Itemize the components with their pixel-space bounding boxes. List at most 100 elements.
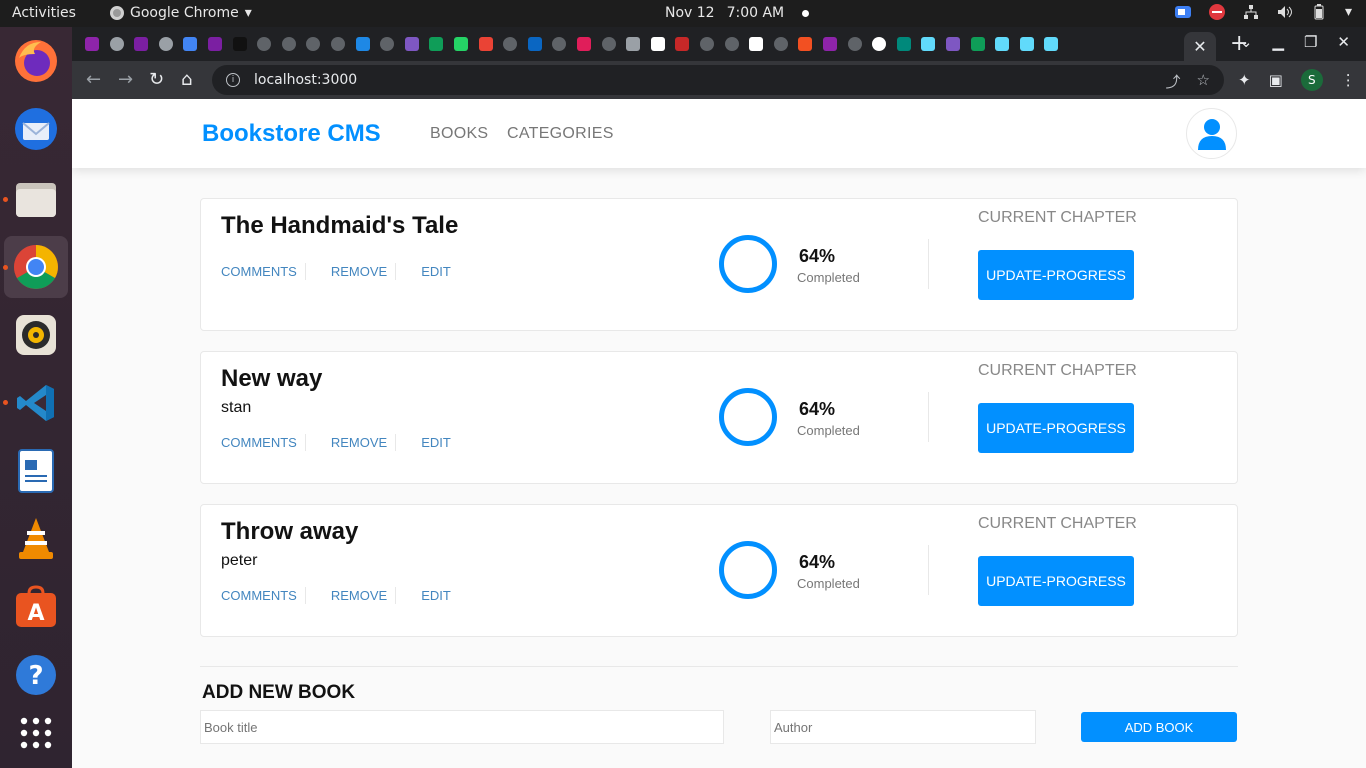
linkedin-favicon-icon[interactable] [527,36,543,52]
miro-favicon-icon[interactable] [207,36,223,52]
extension-area: ✦ ▣ S ⋮ [1238,69,1356,91]
comments-button[interactable]: COMMENTS [221,435,305,450]
kebab-menu-icon[interactable]: ⋮ [1341,71,1356,89]
address-bar[interactable]: i localhost:3000 ⤴ ☆ [212,65,1224,95]
add-book-button[interactable]: ADD BOOK [1081,712,1237,742]
user-icon [1197,118,1226,150]
tab-search-icon[interactable]: ⌄ [1240,33,1253,51]
home-icon[interactable]: ⌂ [181,69,192,90]
remove-button[interactable]: REMOVE [323,435,395,450]
vscode-launcher[interactable] [10,377,62,429]
graphql-favicon-icon[interactable] [945,36,961,52]
vlc-launcher[interactable] [10,513,62,565]
update-progress-button[interactable]: UPDATE-PROGRESS [978,403,1134,453]
google-favicon-icon[interactable] [748,36,764,52]
site-info-icon[interactable]: i [226,73,240,87]
miro-favicon-icon[interactable] [84,36,100,52]
close-window-icon[interactable]: ✕ [1337,33,1350,51]
netflix-favicon-icon[interactable] [674,36,690,52]
github-favicon-icon[interactable] [724,36,740,52]
omnibox-actions: ⤴ ☆ [1166,71,1210,92]
github-favicon-icon[interactable] [601,36,617,52]
share-icon[interactable]: ⤴ [1166,71,1181,92]
codesandbox-favicon-icon[interactable] [625,36,641,52]
help-launcher[interactable]: ? [10,649,62,701]
github-favicon-icon[interactable] [305,36,321,52]
active-tab[interactable]: ✕ [1184,32,1216,61]
github-favicon-icon[interactable] [847,36,863,52]
xcode-favicon-icon[interactable] [355,36,371,52]
nav-books[interactable]: BOOKS [430,125,488,143]
github-favicon-icon[interactable] [551,36,567,52]
app-grid-button[interactable] [10,707,62,759]
web-favicon-icon[interactable] [158,36,174,52]
profile-avatar[interactable]: S [1300,69,1323,91]
diamond-favicon-icon[interactable] [896,36,912,52]
remove-button[interactable]: REMOVE [323,588,395,603]
edit-button[interactable]: EDIT [413,435,459,450]
tab-strip: ✕ + ⌄ ▁ ❐ ✕ [72,27,1366,61]
react-favicon-icon[interactable] [920,36,936,52]
back-icon[interactable]: ← [86,69,101,90]
medium-favicon-icon[interactable] [232,36,248,52]
web-favicon-icon[interactable] [109,36,125,52]
extensions-puzzle-icon[interactable]: ✦ [1238,71,1251,89]
app-menu[interactable]: Google Chrome ▾ [110,5,252,21]
brand-logo[interactable]: Bookstore CMS [202,120,381,148]
graphql-favicon-icon[interactable] [404,36,420,52]
comments-button[interactable]: COMMENTS [221,588,305,603]
notification-dot-icon [802,9,810,17]
side-panel-icon[interactable]: ▣ [1269,71,1283,89]
github-favicon-icon[interactable] [379,36,395,52]
github-favicon-icon[interactable] [699,36,715,52]
github-favicon-icon[interactable] [256,36,272,52]
thunderbird-launcher[interactable] [10,103,62,155]
vlc-icon [19,518,53,559]
slack-favicon-icon[interactable] [576,36,592,52]
drive-favicon-icon[interactable] [970,36,986,52]
software-launcher[interactable]: A [10,581,62,633]
book-author: peter [221,552,258,569]
microsoft-favicon-icon[interactable] [797,36,813,52]
docs-favicon-icon[interactable] [182,36,198,52]
remove-button[interactable]: REMOVE [323,264,395,279]
whatsapp-favicon-icon[interactable] [453,36,469,52]
list-favicon-icon[interactable] [133,36,149,52]
reload-icon[interactable]: ↻ [149,69,164,90]
github-favicon-icon[interactable] [502,36,518,52]
bookmark-star-icon[interactable]: ☆ [1197,71,1210,92]
edit-button[interactable]: EDIT [413,264,459,279]
web-favicon-icon[interactable] [871,36,887,52]
gmail-favicon-icon[interactable] [478,36,494,52]
system-tray[interactable]: ▾ [1174,4,1352,20]
clock[interactable]: Nov 12 7:00 AM [665,5,810,21]
drive-favicon-icon[interactable] [428,36,444,52]
update-progress-button[interactable]: UPDATE-PROGRESS [978,250,1134,300]
chrome-launcher[interactable] [4,236,68,298]
update-progress-button[interactable]: UPDATE-PROGRESS [978,556,1134,606]
firefox-launcher[interactable] [10,35,62,87]
book-title-input[interactable] [200,710,724,744]
minimize-icon[interactable]: ▁ [1272,33,1284,51]
battery-icon [1314,4,1324,20]
github-favicon-icon[interactable] [773,36,789,52]
user-avatar[interactable] [1186,108,1237,159]
comments-button[interactable]: COMMENTS [221,264,305,279]
forward-icon[interactable]: → [118,69,133,90]
react-favicon-icon[interactable] [1019,36,1035,52]
edit-button[interactable]: EDIT [413,588,459,603]
writer-launcher[interactable] [10,445,62,497]
author-input[interactable] [770,710,1036,744]
activities-button[interactable]: Activities [12,5,76,21]
files-launcher[interactable] [10,173,62,225]
google-favicon-icon[interactable] [650,36,666,52]
github-favicon-icon[interactable] [281,36,297,52]
react-favicon-icon[interactable] [1043,36,1059,52]
close-tab-icon[interactable]: ✕ [1193,37,1206,56]
miro-favicon-icon[interactable] [822,36,838,52]
react-favicon-icon[interactable] [994,36,1010,52]
rhythmbox-launcher[interactable] [10,309,62,361]
github-favicon-icon[interactable] [330,36,346,52]
maximize-icon[interactable]: ❐ [1304,33,1317,51]
nav-categories[interactable]: CATEGORIES [507,125,614,143]
